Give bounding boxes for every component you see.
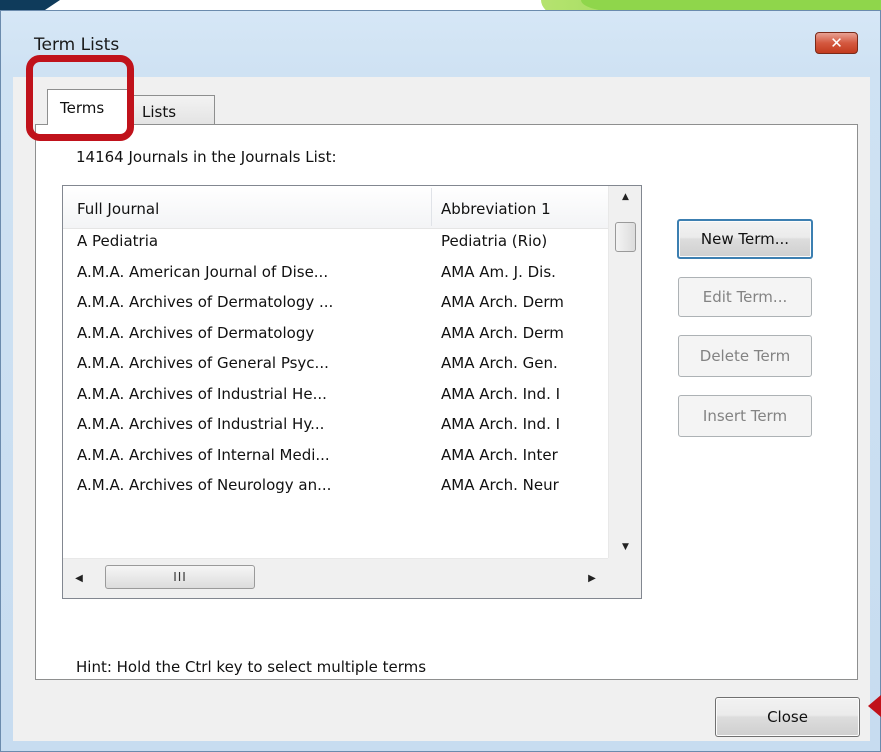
cell-abbreviation: Pediatria (Rio) xyxy=(441,232,548,250)
tab-lists-label: Lists xyxy=(142,103,177,121)
new-term-button[interactable]: New Term... xyxy=(677,219,813,259)
cell-abbreviation: AMA Arch. Gen. xyxy=(441,354,558,372)
close-button[interactable]: Close xyxy=(715,697,860,737)
vertical-scroll-thumb[interactable] xyxy=(615,222,636,252)
list-row[interactable]: A.M.A. Archives of General Psyc... AMA Ar… xyxy=(63,350,608,381)
cell-full-journal: A.M.A. American Journal of Dise... xyxy=(77,262,329,281)
cell-abbreviation: AMA Am. J. Dis. xyxy=(441,262,556,281)
cell-abbreviation: AMA Arch. Neur xyxy=(441,476,559,494)
scroll-left-arrow-icon[interactable]: ◀ xyxy=(67,567,91,591)
list-row[interactable]: A.M.A. Archives of Neurology an... AMA Ar… xyxy=(63,472,608,503)
list-caption: 14164 Journals in the Journals List: xyxy=(76,148,337,166)
horizontal-scrollbar[interactable]: ◀ III ▶ xyxy=(63,558,608,598)
cell-abbreviation: AMA Arch. Inter xyxy=(441,445,558,464)
list-rows: A Pediatria Pediatria (Rio) A.M.A. Americ… xyxy=(63,228,608,503)
column-header-abbreviation-1[interactable]: Abbreviation 1 xyxy=(441,186,611,228)
list-row[interactable]: A.M.A. Archives of Industrial He... AMA A… xyxy=(63,381,608,412)
cell-full-journal: A.M.A. Archives of Dermatology xyxy=(77,323,315,342)
cell-full-journal: A Pediatria xyxy=(77,232,159,250)
cell-abbreviation: AMA Arch. Derm xyxy=(441,323,564,342)
list-row[interactable]: A Pediatria Pediatria (Rio) xyxy=(63,228,608,259)
list-row[interactable]: A.M.A. Archives of Industrial Hy... AMA A… xyxy=(63,411,608,442)
window-title: Term Lists xyxy=(34,35,120,55)
horizontal-scroll-thumb[interactable]: III xyxy=(105,565,255,589)
delete-term-button[interactable]: Delete Term xyxy=(678,335,812,377)
cell-abbreviation: AMA Arch. Derm xyxy=(441,293,564,311)
tab-lists[interactable]: Lists xyxy=(129,95,215,125)
close-icon: ✕ xyxy=(830,34,843,52)
column-divider[interactable] xyxy=(431,188,432,226)
tab-terms[interactable]: Terms xyxy=(47,89,129,125)
scrollbar-corner xyxy=(608,558,641,598)
cell-full-journal: A.M.A. Archives of Industrial Hy... xyxy=(77,415,325,433)
edit-term-button[interactable]: Edit Term... xyxy=(678,277,812,317)
list-row[interactable]: A.M.A. Archives of Dermatology AMA Arch. … xyxy=(63,320,608,351)
scroll-up-arrow-icon[interactable]: ▲ xyxy=(609,186,641,208)
cell-abbreviation: AMA Arch. Ind. I xyxy=(441,415,561,433)
insert-term-button[interactable]: Insert Term xyxy=(678,395,812,437)
grip-icon: III xyxy=(173,570,187,584)
list-row[interactable]: A.M.A. Archives of Dermatology ... AMA Ar… xyxy=(63,289,608,320)
list-row[interactable]: A.M.A. American Journal of Dise... AMA Am… xyxy=(63,259,608,290)
scroll-down-arrow-icon[interactable]: ▼ xyxy=(609,536,641,558)
pointer-arrow-icon xyxy=(868,695,881,717)
journals-list[interactable]: Full Journal Abbreviation 1 A Pediatria P… xyxy=(62,185,642,599)
window-close-button[interactable]: ✕ xyxy=(815,32,858,54)
tab-terms-label: Terms xyxy=(60,99,105,117)
term-lists-dialog: Term Lists ✕ Terms Lists 14164 Journals … xyxy=(0,10,881,752)
column-header-full-journal[interactable]: Full Journal xyxy=(77,186,427,228)
cell-full-journal: A.M.A. Archives of Dermatology ... xyxy=(77,293,334,311)
cell-full-journal: A.M.A. Archives of Industrial He... xyxy=(77,384,327,403)
cell-full-journal: A.M.A. Archives of Internal Medi... xyxy=(77,445,330,464)
hint-text: Hint: Hold the Ctrl key to select multip… xyxy=(76,658,427,676)
list-row[interactable]: A.M.A. Archives of Internal Medi... AMA A… xyxy=(63,442,608,473)
cell-abbreviation: AMA Arch. Ind. I xyxy=(441,384,561,403)
dialog-client-area: Terms Lists 14164 Journals in the Journa… xyxy=(13,77,870,741)
cell-full-journal: A.M.A. Archives of General Psyc... xyxy=(77,354,329,372)
list-header: Full Journal Abbreviation 1 xyxy=(63,186,608,229)
vertical-scrollbar[interactable]: ▲ ▼ xyxy=(608,186,641,558)
cell-full-journal: A.M.A. Archives of Neurology an... xyxy=(77,476,332,494)
scroll-right-arrow-icon[interactable]: ▶ xyxy=(580,567,604,591)
